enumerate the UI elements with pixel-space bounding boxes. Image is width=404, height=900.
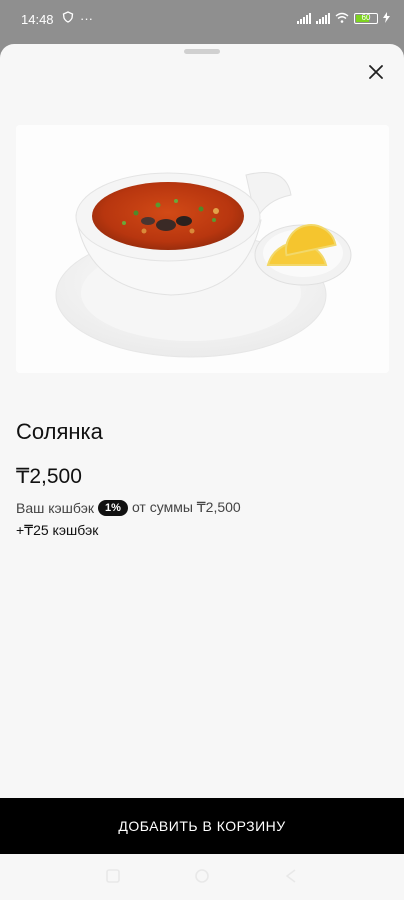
cashback-suffix: от суммы ₸2,500 [131,499,241,515]
nav-home-icon[interactable] [194,868,210,884]
product-price: ₸2,500 [16,465,82,488]
close-button[interactable] [364,60,388,84]
cashback-prefix: Ваш кэшбэк [16,499,95,516]
product-name: Солянка [16,419,103,444]
signal-icon-2 [316,13,330,24]
add-to-cart-button[interactable]: ДОБАВИТЬ В КОРЗИНУ [0,798,404,854]
product-sheet: Солянка ₸2,500 Ваш кэшбэк 1% от суммы ₸2… [0,44,404,900]
wifi-icon [335,11,349,26]
status-dots: ··· [80,11,93,26]
signal-icon [297,13,311,24]
close-icon [369,65,383,79]
charging-icon [383,11,390,26]
nav-back-icon[interactable] [283,868,299,884]
battery-level: 60 [361,13,371,22]
cashback-percent-badge: 1% [98,499,128,516]
status-time: 14:48 [21,12,54,27]
drag-handle[interactable] [184,49,220,54]
nav-recent-icon[interactable] [105,868,121,884]
cashback-bonus: +₸25 кэшбэк [16,522,99,538]
product-image [16,125,389,373]
shield-icon [62,11,74,26]
system-nav-bar [0,854,404,900]
battery-icon: 60 [354,13,378,24]
cashback-info: Ваш кэшбэк 1% от суммы ₸2,500 [16,499,241,516]
status-bar: 14:48 ··· 60 [0,0,404,38]
